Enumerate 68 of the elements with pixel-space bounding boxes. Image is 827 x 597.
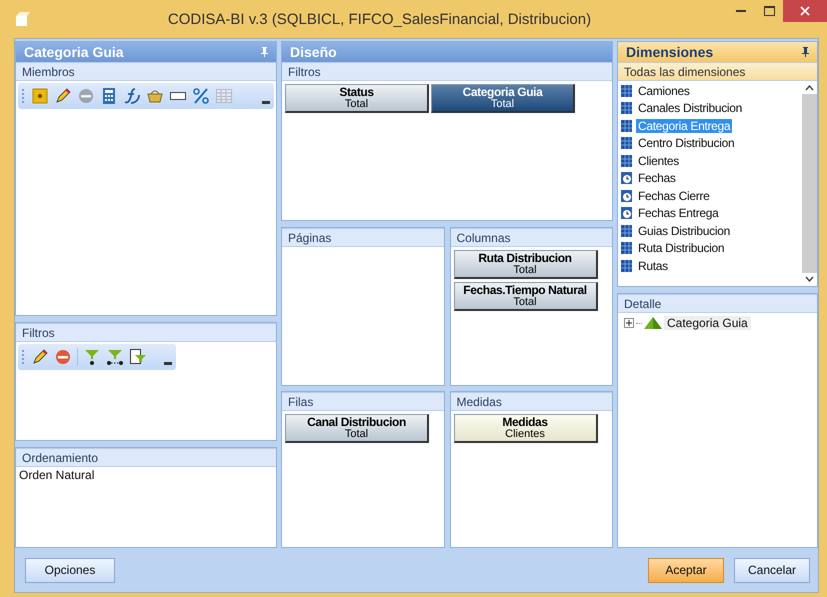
dialog-button[interactable]: Cancelar	[734, 558, 810, 582]
remove-icon[interactable]	[54, 348, 72, 366]
filter-icon[interactable]	[83, 348, 101, 366]
calendar-clock-icon	[620, 188, 633, 203]
calendar-clock-icon	[620, 206, 633, 220]
section-header: Todas las dimensiones	[618, 62, 817, 81]
sort-order-text[interactable]: Orden Natural	[16, 467, 98, 483]
calendar-clock-icon	[620, 171, 633, 186]
cube-icon	[620, 84, 633, 98]
section-header: Filas	[282, 392, 444, 411]
scroll-down-icon[interactable]	[805, 276, 814, 282]
close-icon	[800, 6, 810, 16]
cube-icon	[620, 136, 633, 150]
tree-item[interactable]: Categoria Guia	[664, 316, 751, 330]
member-icon[interactable]	[31, 87, 49, 105]
dimension-item[interactable]: Clientes	[636, 154, 681, 168]
section-header: Columnas	[450, 228, 612, 247]
cube-icon	[620, 118, 633, 133]
section-header: Filtros	[282, 62, 612, 81]
dimension-item[interactable]: Ruta Distribucion	[636, 241, 726, 256]
dimension-item[interactable]: Rutas	[636, 258, 670, 273]
cube-icon	[620, 241, 633, 256]
cube-icon	[620, 258, 633, 273]
dimension-item[interactable]: Canales Distribucion	[636, 101, 744, 116]
formula-icon[interactable]	[123, 87, 141, 105]
section-header: Medidas	[450, 392, 612, 411]
dimension-item[interactable]: Centro Distribucion	[636, 136, 736, 150]
expand-icon[interactable]	[624, 318, 634, 328]
dimension-item[interactable]: Camiones	[636, 84, 692, 98]
filter-range-icon[interactable]	[106, 348, 124, 366]
minimize-icon	[736, 10, 746, 12]
field-chip[interactable]: Ruta Distribucion Total	[454, 250, 598, 279]
dimension-item[interactable]: Fechas	[636, 171, 678, 186]
pyramid-icon	[644, 317, 662, 329]
section-header: Detalle	[618, 294, 817, 313]
pin-icon[interactable]	[802, 47, 809, 57]
field-chip[interactable]: Categoria Guia Total	[431, 84, 575, 113]
window-title: CODISA-BI v.3 (SQLBICL, FIFCO_SalesFinancial, Distribucion)	[166, 10, 592, 28]
panel-title: Categoria Guia	[24, 44, 124, 60]
section-header: Miembros	[16, 62, 276, 81]
cube-icon	[620, 224, 633, 238]
section-header: Ordenamiento	[16, 448, 276, 467]
edit-icon[interactable]	[54, 87, 72, 105]
calc-icon[interactable]	[100, 87, 118, 105]
dimension-item[interactable]: Fechas Cierre	[636, 188, 712, 203]
close-button[interactable]	[783, 0, 827, 22]
panel-title: Diseño	[290, 44, 337, 60]
dimension-item[interactable]: Guias Distribucion	[636, 224, 732, 238]
panel-title: Dimensiones	[626, 44, 714, 60]
maximize-icon	[764, 6, 774, 16]
cube-icon	[620, 154, 633, 168]
field-chip[interactable]: Medidas Clientes	[454, 414, 598, 443]
grip-icon	[22, 350, 26, 364]
field-chip[interactable]: Fechas.Tiempo Natural Total	[454, 282, 598, 311]
percent-icon[interactable]	[192, 87, 210, 105]
scroll-up-icon[interactable]	[805, 85, 814, 91]
grip-icon	[22, 89, 26, 103]
field-chip[interactable]: Status Total	[285, 84, 429, 113]
dialog-button[interactable]: Opciones	[25, 558, 115, 582]
dimension-item[interactable]: Fechas Entrega	[636, 206, 721, 220]
field-chip[interactable]: Canal Distribucion Total	[285, 414, 429, 443]
section-header: Filtros	[16, 323, 276, 342]
edit-icon[interactable]	[31, 348, 49, 366]
dialog-button[interactable]: Aceptar	[648, 558, 724, 582]
filter-list-icon[interactable]	[129, 348, 147, 366]
section-header: Páginas	[282, 228, 444, 247]
app-icon	[14, 11, 32, 27]
cube-icon	[620, 101, 633, 116]
